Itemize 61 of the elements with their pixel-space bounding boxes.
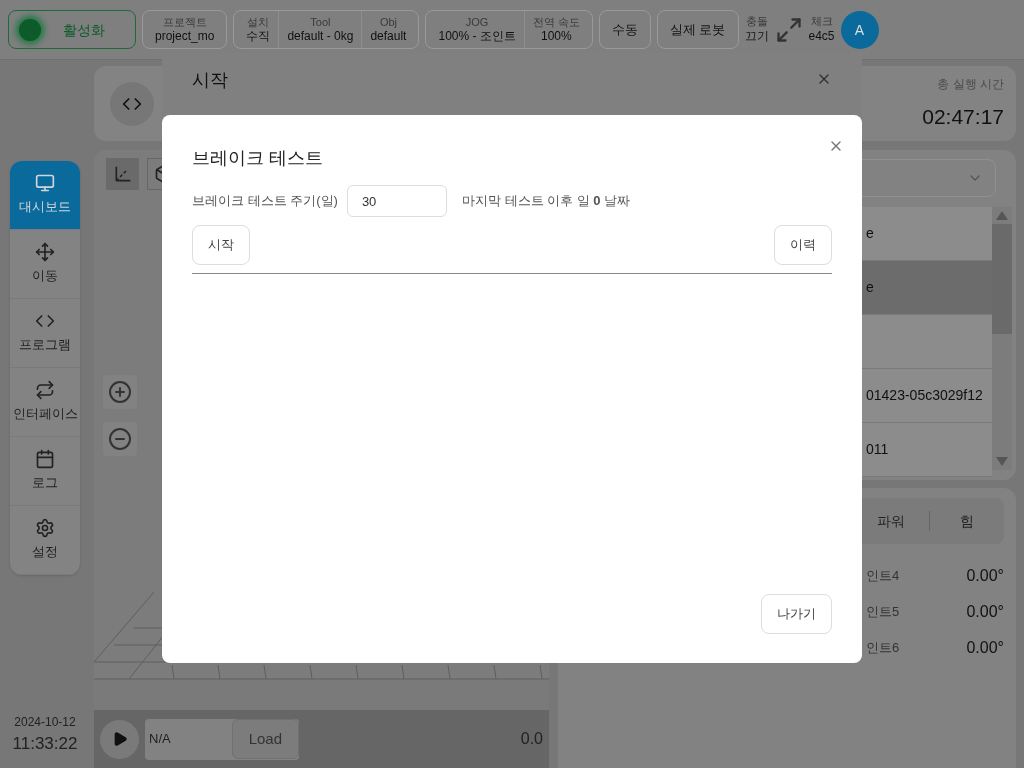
zoom-in-button[interactable]: [103, 375, 137, 409]
scrollbar[interactable]: [992, 207, 1012, 470]
status-label: Obj: [379, 15, 397, 28]
nav-icon: [35, 173, 55, 194]
nav-item[interactable]: 인터페이스: [10, 368, 80, 437]
status-label: 전역 속도: [532, 15, 580, 28]
nav-item[interactable]: 설정: [10, 506, 80, 575]
play-button[interactable]: [100, 719, 139, 759]
status-value: default - 0kg: [287, 27, 354, 44]
period-label: 브레이크 테스트 주기(일): [192, 192, 338, 211]
check-label: 체크: [810, 14, 833, 27]
load-button[interactable]: Load: [231, 719, 299, 759]
status-panel[interactable]: JOG 100% - 조인트 전역 속도 100%: [425, 10, 593, 49]
program-file-field[interactable]: N/A Load: [145, 718, 299, 760]
fullscreen-icon[interactable]: [774, 15, 803, 44]
start-button[interactable]: 시작: [192, 225, 250, 265]
nav-item[interactable]: 로그: [10, 437, 80, 506]
zoom-out-button[interactable]: [103, 422, 137, 456]
dialog-title: 브레이크 테스트: [192, 147, 324, 170]
status-label: Tool: [310, 15, 331, 28]
nav-icon: [35, 380, 55, 401]
mode-button[interactable]: 실제 로봇: [656, 10, 739, 49]
check-value: e4c5: [808, 27, 835, 45]
status-value: 100% - 조인트: [438, 27, 516, 44]
joint-label: 인트5: [866, 603, 900, 622]
tab[interactable]: 힘: [928, 511, 1004, 531]
nav-icon: [35, 449, 55, 470]
period-input[interactable]: 30: [346, 185, 447, 217]
status-label: 프로젝트: [162, 15, 207, 28]
status-value: 100%: [541, 28, 572, 44]
joint-value: 0.00°: [966, 638, 1004, 658]
joint-value: 0.00°: [966, 566, 1004, 586]
joint-value: 0.00°: [966, 602, 1004, 622]
last-test-text: 마지막 테스트 이후 일 0 날짜: [461, 192, 631, 211]
dialog-title: 시작: [192, 69, 228, 92]
nav-item[interactable]: 프로그램: [10, 299, 80, 368]
date-text: 2024-10-12: [14, 713, 76, 731]
history-button[interactable]: 이력: [774, 225, 832, 265]
nav-icon: [35, 242, 55, 263]
nav-item[interactable]: 대시보드: [10, 161, 80, 230]
exit-button[interactable]: 나가기: [761, 594, 832, 634]
speed-value: 0.0: [520, 729, 543, 749]
nav-icon: [35, 518, 55, 539]
mode-button[interactable]: 수동: [598, 10, 651, 49]
joint-label: 인트4: [866, 567, 900, 586]
collision-label: 충돌: [745, 14, 768, 27]
status-value: default: [370, 28, 407, 44]
collision-value: 끄기: [744, 27, 769, 45]
joint-label: 인트6: [866, 639, 900, 658]
status-label: JOG: [465, 15, 489, 28]
status-value: 수직: [246, 28, 271, 44]
view-mode-button[interactable]: [106, 158, 139, 190]
status-panel[interactable]: 설치 수직 Tool default - 0kg Obj default: [233, 10, 420, 49]
tab[interactable]: 파워: [854, 511, 929, 531]
status-value: project_mo: [155, 28, 215, 44]
nav-item[interactable]: 이동: [10, 230, 80, 299]
status-label: 설치: [247, 15, 270, 28]
runtime-value: 02:47:17: [922, 103, 1004, 130]
avatar[interactable]: A: [840, 10, 879, 49]
time-text: 11:33:22: [12, 732, 78, 755]
status-panel[interactable]: 프로젝트 project_mo: [142, 10, 228, 49]
